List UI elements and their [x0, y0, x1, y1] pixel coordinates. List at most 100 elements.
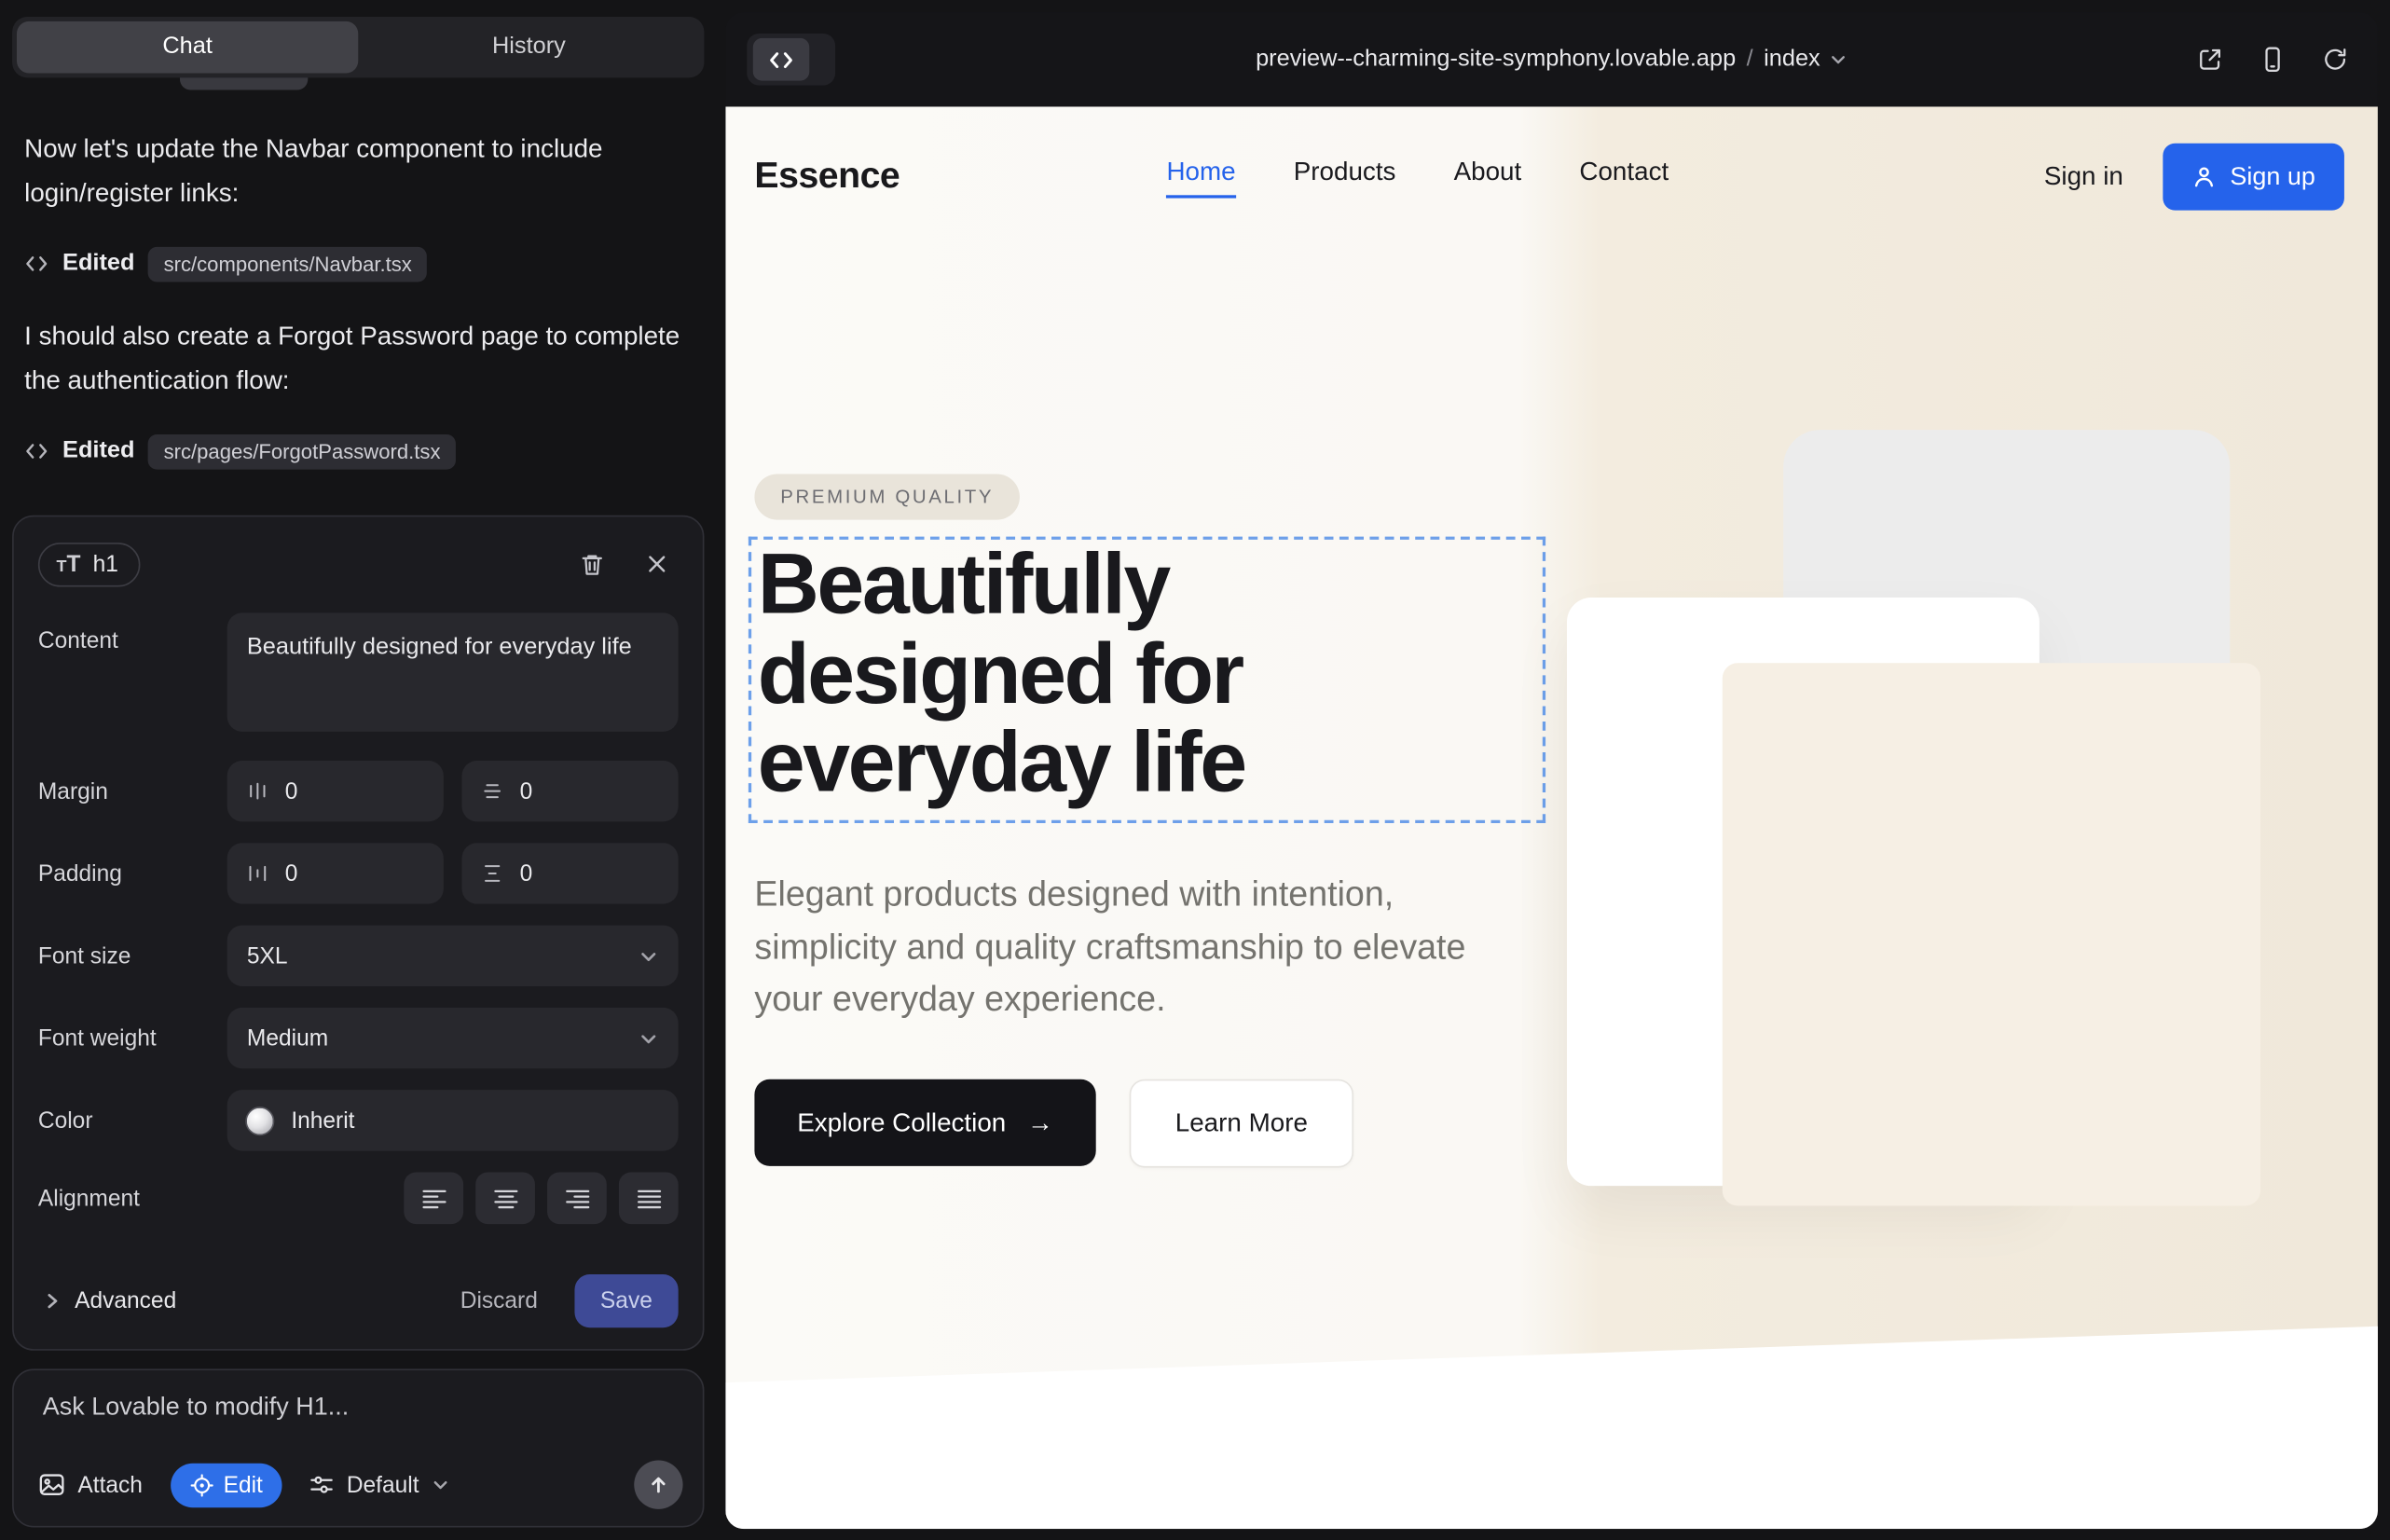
site-logo[interactable]: Essence: [754, 156, 900, 199]
decor-bottom-section: [725, 1323, 2378, 1530]
margin-y-input[interactable]: 0: [461, 761, 678, 821]
attach-image-icon: [38, 1471, 65, 1498]
chat-sidebar: Chat History Now let's update the Navbar…: [0, 0, 725, 1540]
edited-label: Edited: [62, 437, 134, 464]
discard-button[interactable]: Discard: [460, 1288, 538, 1314]
target-icon: [190, 1473, 213, 1496]
align-center-icon: [493, 1187, 517, 1210]
chevron-down-icon[interactable]: [1830, 50, 1848, 69]
edited-file-row[interactable]: Edited src/components/Navbar.tsx: [24, 244, 427, 284]
sign-in-link[interactable]: Sign in: [2044, 161, 2123, 192]
send-button[interactable]: [634, 1461, 682, 1509]
content-input[interactable]: Beautifully designed for everyday life: [227, 612, 679, 732]
preview-window: preview--charming-site-symphony.lovable.…: [725, 12, 2378, 1529]
composer-input[interactable]: [43, 1394, 671, 1449]
explore-collection-button[interactable]: Explore Collection →: [754, 1079, 1095, 1166]
align-right-button[interactable]: [547, 1172, 607, 1224]
edited-file-row[interactable]: Edited src/pages/ForgotPassword.tsx: [24, 432, 456, 472]
hero-subtext: Elegant products designed with intention…: [754, 867, 1504, 1024]
padding-row: Padding 0 0: [38, 843, 679, 903]
sliders-icon: [310, 1473, 335, 1497]
nav-contact[interactable]: Contact: [1579, 157, 1669, 198]
margin-y-icon: [482, 780, 503, 802]
edit-mode-button[interactable]: Edit: [170, 1463, 282, 1506]
url-separator: /: [1747, 46, 1753, 73]
align-justify-button[interactable]: [619, 1172, 679, 1224]
editor-footer: Advanced Discard Save: [38, 1274, 679, 1327]
selected-element-tag[interactable]: TT h1: [38, 542, 140, 585]
save-button[interactable]: Save: [574, 1274, 679, 1327]
margin-row: Margin 0 0: [38, 761, 679, 821]
tab-history[interactable]: History: [358, 21, 699, 74]
arrow-right-icon: →: [1027, 1107, 1053, 1138]
chat-message: I should also create a Forgot Password p…: [24, 315, 682, 402]
align-left-icon: [421, 1187, 446, 1210]
open-in-new-tab-icon[interactable]: [2196, 46, 2223, 73]
padding-y-icon: [482, 863, 503, 885]
color-select[interactable]: Inherit: [227, 1090, 679, 1150]
preview-url-bar[interactable]: preview--charming-site-symphony.lovable.…: [725, 12, 2378, 106]
margin-x-icon: [247, 780, 268, 802]
decor-beige-card: [1723, 663, 2260, 1205]
sign-up-button[interactable]: Sign up: [2163, 144, 2344, 211]
mobile-view-icon[interactable]: [2259, 46, 2286, 73]
margin-x-input[interactable]: 0: [227, 761, 444, 821]
padding-x-input[interactable]: 0: [227, 843, 444, 903]
tag-name: h1: [93, 551, 118, 577]
default-mode-button[interactable]: Default: [310, 1472, 450, 1498]
editor-header: TT h1: [38, 537, 679, 592]
chevron-down-icon: [432, 1476, 450, 1494]
refresh-icon[interactable]: [2321, 46, 2348, 73]
text-size-icon: TT: [57, 553, 81, 576]
chevron-down-icon: [639, 946, 658, 966]
file-chip[interactable]: src/pages/ForgotPassword.tsx: [148, 433, 456, 469]
font-size-select[interactable]: 5XL: [227, 926, 679, 986]
edited-label: Edited: [62, 250, 134, 277]
padding-y-input[interactable]: 0: [461, 843, 678, 903]
code-icon: [24, 439, 48, 463]
site-navbar: Essence Home Products About Contact Sign…: [725, 106, 2378, 246]
preview-actions: [2196, 12, 2349, 106]
nav-home[interactable]: Home: [1166, 157, 1235, 198]
close-icon[interactable]: [645, 552, 669, 576]
margin-label: Margin: [38, 778, 227, 804]
font-weight-select[interactable]: Medium: [227, 1008, 679, 1068]
align-justify-icon: [637, 1187, 661, 1210]
advanced-toggle[interactable]: Advanced: [38, 1288, 176, 1314]
delete-element-icon[interactable]: [579, 551, 605, 577]
chevron-right-icon: [44, 1293, 61, 1310]
file-chip[interactable]: src/components/Navbar.tsx: [148, 246, 427, 282]
font-size-label: Font size: [38, 942, 227, 969]
align-left-button[interactable]: [404, 1172, 463, 1224]
color-row: Color Inherit: [38, 1090, 679, 1150]
hero-headline[interactable]: Beautifully designed for everyday life: [751, 540, 1543, 807]
font-weight-row: Font weight Medium: [38, 1008, 679, 1068]
hero-badge: PREMIUM QUALITY: [754, 474, 1020, 520]
align-right-icon: [565, 1187, 589, 1210]
font-size-row: Font size 5XL: [38, 926, 679, 986]
composer-toolbar: Attach Edit Default: [38, 1461, 683, 1509]
site-nav-links: Home Products About Contact: [1166, 157, 1669, 198]
padding-x-icon: [247, 863, 268, 885]
nav-products[interactable]: Products: [1294, 157, 1396, 198]
code-icon: [24, 252, 48, 276]
site-nav-actions: Sign in Sign up: [2044, 144, 2344, 211]
learn-more-button[interactable]: Learn More: [1130, 1079, 1353, 1168]
selected-heading-outline[interactable]: Beautifully designed for everyday life: [749, 537, 1545, 823]
alignment-label: Alignment: [38, 1185, 227, 1211]
user-icon: [2191, 165, 2216, 189]
element-editor-panel: TT h1 Content Beautifully designed for e…: [12, 516, 704, 1351]
padding-label: Padding: [38, 860, 227, 887]
preview-header: preview--charming-site-symphony.lovable.…: [725, 12, 2378, 106]
preview-url: preview--charming-site-symphony.lovable.…: [1256, 46, 1736, 73]
app-window: Chat History Now let's update the Navbar…: [0, 0, 2390, 1540]
nav-about[interactable]: About: [1454, 157, 1522, 198]
align-center-button[interactable]: [475, 1172, 535, 1224]
tab-chat[interactable]: Chat: [17, 21, 358, 74]
color-label: Color: [38, 1107, 227, 1134]
chat-message: Now let's update the Navbar component to…: [24, 128, 682, 214]
font-weight-label: Font weight: [38, 1025, 227, 1052]
preview-path[interactable]: index: [1764, 46, 1820, 73]
attach-button[interactable]: Attach: [38, 1471, 143, 1498]
arrow-up-icon: [648, 1474, 669, 1495]
